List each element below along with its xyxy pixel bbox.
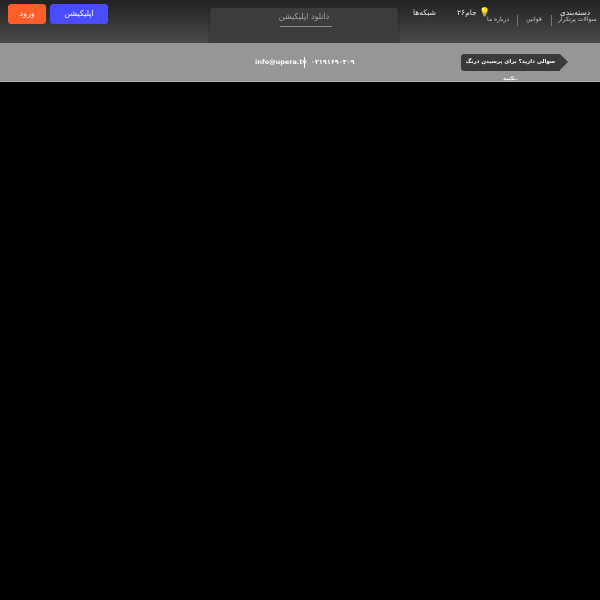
top-header: ورود اپلیکیشن دانلود اپلیکیشن شبکه‌ها جا… [0, 0, 600, 44]
subnav-about[interactable]: درباره ما [487, 16, 509, 23]
contact-divider [304, 57, 305, 68]
subnav-faq[interactable]: سوالات پرتکرار [558, 16, 597, 23]
app-button[interactable]: اپلیکیشن [50, 4, 108, 24]
subnav-divider [517, 15, 518, 26]
cup-label: جام۲۶ [457, 8, 477, 17]
nav-cup[interactable]: جام۲۶ 💡 [457, 8, 490, 18]
login-button[interactable]: ورود [8, 4, 46, 24]
download-app-box[interactable]: دانلود اپلیکیشن [210, 8, 398, 44]
subnav-divider [551, 15, 552, 26]
download-app-label: دانلود اپلیکیشن [278, 12, 330, 21]
contact-email[interactable]: info@upera.tv [255, 58, 307, 66]
subnav-rules[interactable]: قوانین [526, 16, 542, 23]
nav-networks[interactable]: شبکه‌ها [413, 8, 436, 17]
main-content-area [0, 82, 600, 600]
download-underline [280, 26, 332, 27]
contact-phone[interactable]: ۰۲۱۹۱۶۹۰۳۰۹ [311, 58, 355, 66]
help-tooltip: سوالی دارید؟ برای پرسیدن درنگ نکنید. [461, 54, 560, 82]
tooltip-arrow-icon [560, 54, 568, 70]
contact-bar: info@upera.tv ۰۲۱۹۱۶۹۰۳۰۹ سوالی دارید؟ ب… [0, 43, 600, 82]
